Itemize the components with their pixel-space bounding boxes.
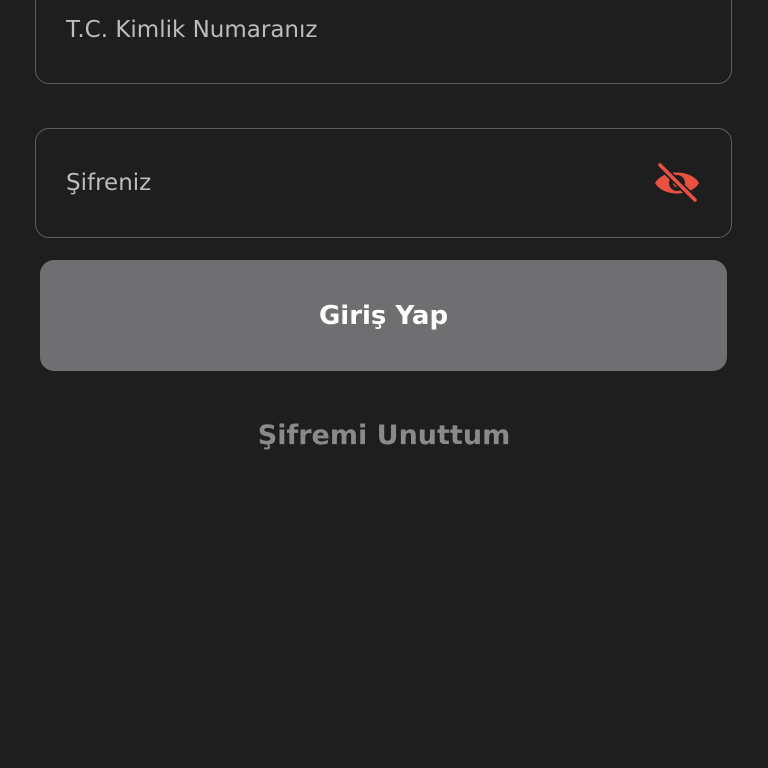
password-input[interactable]	[66, 129, 626, 237]
eye-off-icon[interactable]	[653, 162, 701, 204]
tc-kimlik-field[interactable]	[35, 0, 732, 84]
login-button[interactable]: Giriş Yap	[40, 260, 727, 371]
password-visibility-toggle[interactable]	[653, 161, 701, 205]
tc-kimlik-input[interactable]	[66, 0, 626, 83]
password-field[interactable]	[35, 128, 732, 238]
login-screen: Giriş Yap Şifremi Unuttum	[0, 0, 768, 768]
forgot-password-link[interactable]: Şifremi Unuttum	[0, 414, 768, 458]
